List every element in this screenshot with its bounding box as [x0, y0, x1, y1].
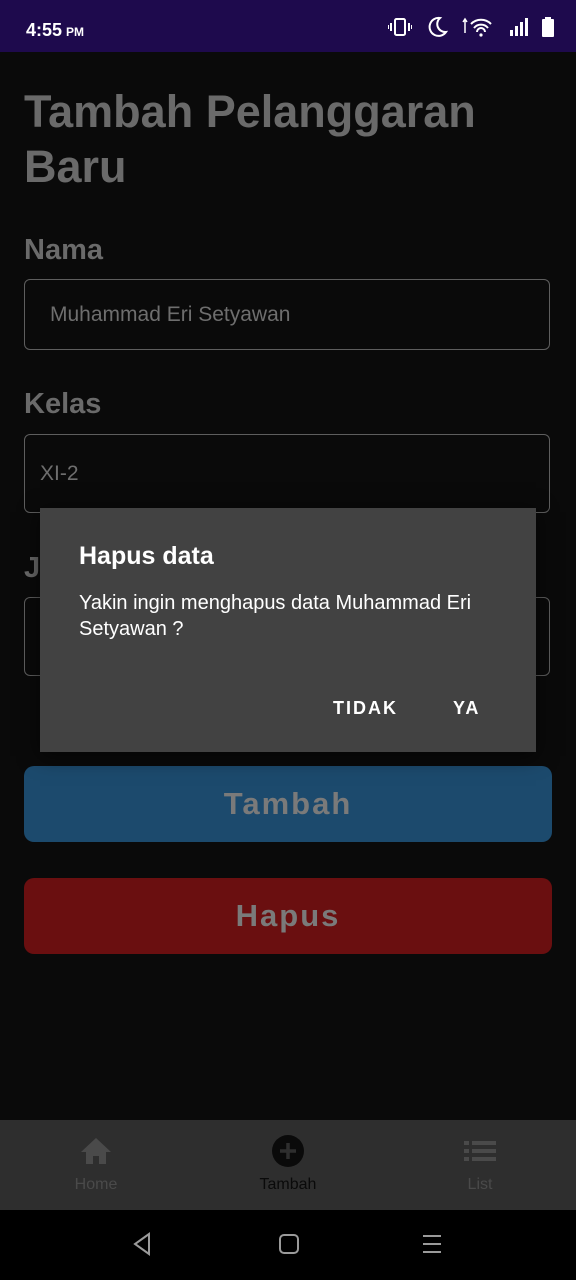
- wifi-icon: [462, 17, 492, 37]
- status-time: 4:55 PM: [26, 20, 84, 41]
- home-square-icon[interactable]: [278, 1232, 300, 1256]
- do-not-disturb-moon-icon: [428, 16, 448, 37]
- dialog-title: Hapus data: [79, 542, 214, 570]
- nav-item-tambah[interactable]: Tambah: [192, 1120, 384, 1210]
- ampm-text: PM: [66, 25, 85, 39]
- home-icon: [81, 1138, 111, 1164]
- status-icons: [388, 16, 554, 38]
- list-icon: [464, 1141, 496, 1161]
- dialog-confirm-button[interactable]: YA: [453, 698, 480, 719]
- system-navigation-bar: [0, 1210, 576, 1280]
- back-icon[interactable]: [132, 1232, 152, 1256]
- bottom-navigation: Home Tambah List: [0, 1120, 576, 1210]
- nav-item-list[interactable]: List: [384, 1120, 576, 1210]
- battery-icon: [542, 17, 554, 37]
- vibrate-icon: [388, 18, 412, 36]
- dialog-cancel-button[interactable]: TIDAK: [333, 698, 398, 719]
- signal-icon: [510, 18, 528, 36]
- nav-tambah-label: Tambah: [259, 1176, 317, 1193]
- nav-list-label: List: [467, 1176, 493, 1193]
- confirm-delete-dialog: Hapus data Yakin ingin menghapus data Mu…: [40, 508, 536, 752]
- nav-home-label: Home: [74, 1176, 118, 1193]
- time-text: 4:55: [26, 20, 63, 40]
- menu-icon[interactable]: [422, 1232, 442, 1256]
- nav-item-home[interactable]: Home: [0, 1120, 192, 1210]
- add-circle-icon: [272, 1135, 304, 1167]
- status-bar: 4:55 PM: [0, 0, 576, 52]
- dialog-message: Yakin ingin menghapus data Muhammad Eri …: [79, 592, 472, 640]
